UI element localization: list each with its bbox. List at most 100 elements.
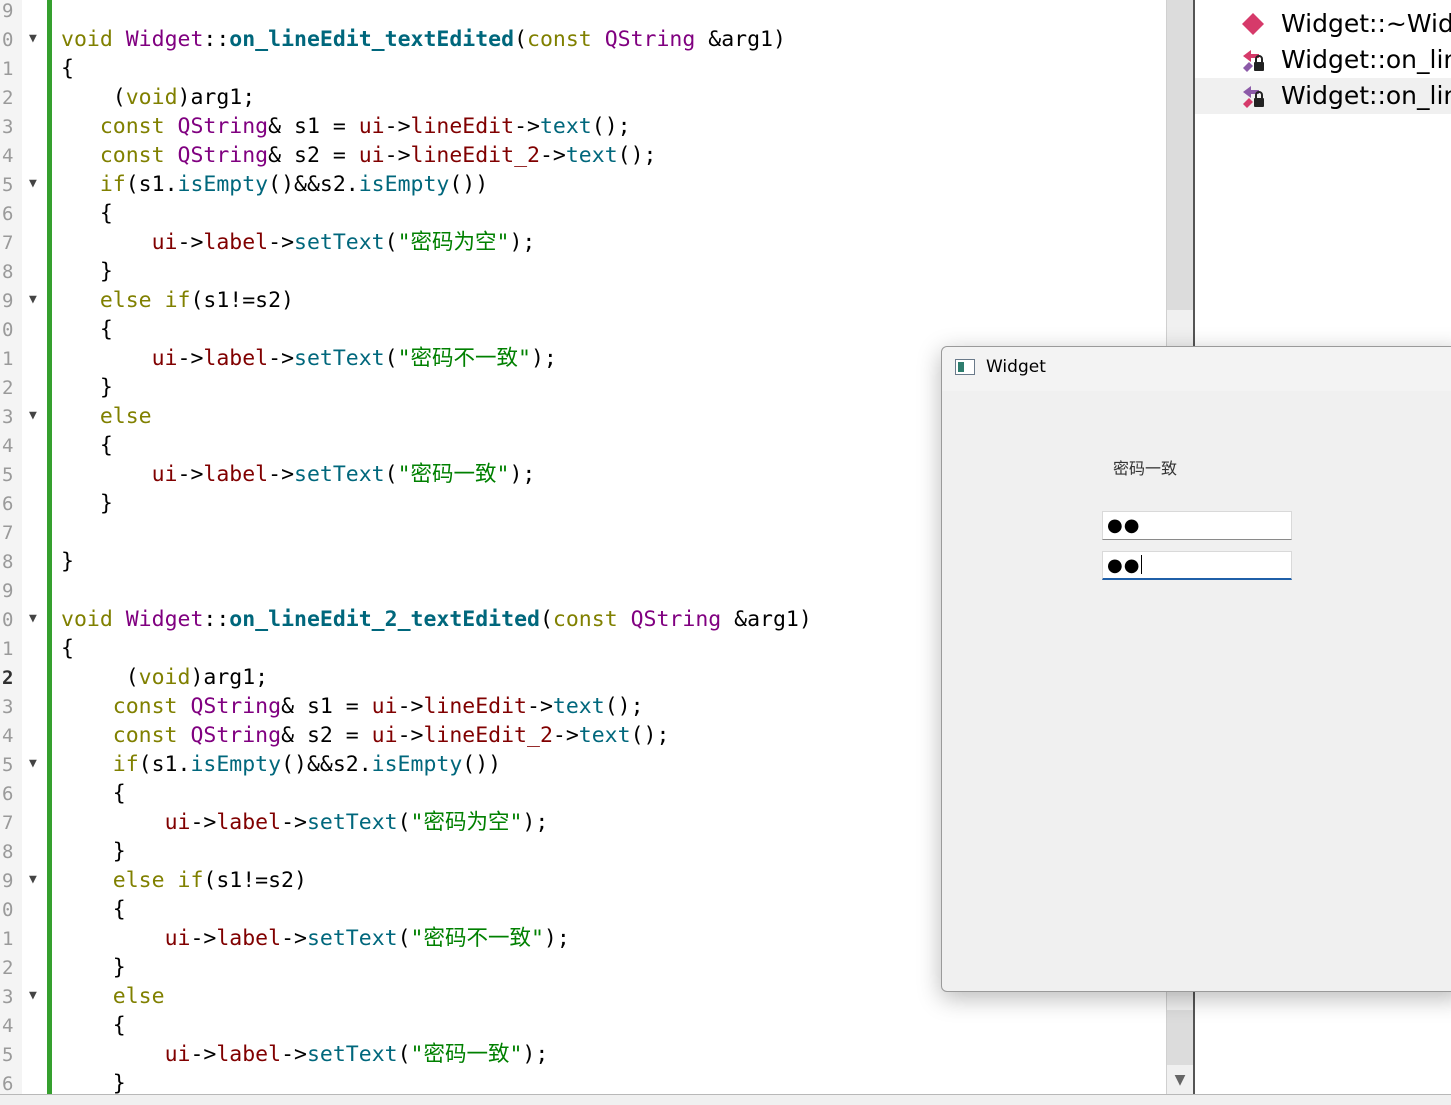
code-line[interactable]: ui->label->setText("密码一致"); — [61, 461, 536, 489]
code-token: setText — [294, 346, 385, 371]
code-token: :: — [203, 607, 230, 632]
line-number: 9 — [2, 0, 14, 22]
code-token: &arg1) — [721, 607, 812, 632]
code-line[interactable]: else — [61, 403, 152, 431]
code-line[interactable]: } — [61, 490, 113, 518]
fold-arrow-icon[interactable]: ▼ — [29, 32, 37, 46]
code-line[interactable]: } — [61, 548, 74, 576]
fold-arrow-icon[interactable]: ▼ — [29, 177, 37, 191]
code-line[interactable]: { — [61, 1012, 126, 1040]
code-token: } — [61, 375, 113, 400]
code-line[interactable]: { — [61, 635, 74, 663]
code-line[interactable]: if(s1.isEmpty()&&s2.isEmpty()) — [61, 751, 501, 779]
line-number: 8 — [2, 551, 14, 573]
code-token: "密码为空" — [410, 810, 523, 835]
fold-arrow-icon[interactable]: ▼ — [29, 612, 37, 626]
code-token: { — [61, 201, 113, 226]
code-token: label — [203, 346, 269, 371]
code-token: (s1. — [138, 752, 191, 777]
code-line[interactable]: if(s1.isEmpty()&&s2.isEmpty()) — [61, 171, 488, 199]
code-token: setText — [306, 926, 398, 951]
outline-item-destructor[interactable]: Widget::~Widg — [1195, 6, 1451, 42]
code-token: } — [61, 491, 113, 516]
code-token: lineEdit — [423, 694, 528, 719]
outline-item-slot-2[interactable]: Widget::on_line — [1195, 78, 1451, 114]
code-line[interactable]: { — [61, 55, 74, 83]
code-token: QString — [604, 27, 696, 52]
change-indicator-bar — [47, 0, 52, 1094]
code-line[interactable]: ui->label->setText("密码一致"); — [61, 1041, 549, 1069]
code-token: else if — [112, 868, 204, 893]
scrollbar-thumb[interactable] — [1167, 0, 1193, 310]
code-token: { — [61, 56, 74, 81]
code-token: "密码为空" — [397, 230, 510, 255]
code-line[interactable]: ui->label->setText("密码不一致"); — [61, 925, 570, 953]
code-line[interactable]: } — [61, 374, 113, 402]
code-line[interactable]: else — [61, 983, 165, 1011]
code-token: on_lineEdit_2_textEdited — [229, 607, 540, 632]
line-number: 6 — [2, 783, 14, 805]
code-line[interactable]: void Widget::on_lineEdit_2_textEdited(co… — [61, 606, 812, 634]
code-token: & s1 = — [268, 114, 359, 139]
code-line[interactable]: const QString& s2 = ui->lineEdit_2->text… — [61, 722, 670, 750]
code-token: ); — [522, 810, 549, 835]
code-token: QString — [177, 114, 269, 139]
code-line[interactable]: (void)arg1; — [61, 84, 255, 112]
outline-item-slot-1[interactable]: Widget::on_line — [1195, 42, 1451, 78]
code-token: else — [99, 404, 152, 429]
code-line[interactable]: const QString& s1 = ui->lineEdit->text()… — [61, 693, 644, 721]
password-field-2[interactable]: ●● — [1102, 551, 1292, 580]
code-token: setText — [294, 230, 385, 255]
code-token: -> — [397, 694, 424, 719]
code-line[interactable]: { — [61, 780, 126, 808]
line-number: 3 — [2, 116, 14, 138]
password-field-1[interactable]: ●● — [1102, 511, 1292, 540]
code-token: -> — [268, 230, 295, 255]
code-line[interactable]: } — [61, 954, 126, 982]
private-slot-icon — [1243, 50, 1264, 72]
code-token: ()&&s2. — [281, 752, 372, 777]
scroll-down-arrow-icon[interactable]: ▼ — [1170, 1070, 1190, 1090]
line-number: 9 — [2, 870, 14, 892]
fold-arrow-icon[interactable]: ▼ — [29, 409, 37, 423]
code-line[interactable]: const QString& s2 = ui->lineEdit_2->text… — [61, 142, 657, 170]
code-line[interactable]: const QString& s1 = ui->lineEdit->text()… — [61, 113, 631, 141]
code-token: if — [112, 752, 139, 777]
code-line[interactable]: } — [61, 838, 126, 866]
code-line[interactable]: { — [61, 316, 113, 344]
line-number: 0 — [2, 899, 14, 921]
outline-item-label: Widget::on_line — [1281, 45, 1451, 74]
widget-window[interactable]: Widget 密码一致 ●● ●● — [941, 346, 1451, 992]
code-line[interactable]: { — [61, 896, 126, 924]
code-token: label — [216, 926, 282, 951]
code-line[interactable]: else if(s1!=s2) — [61, 867, 307, 895]
code-token: "密码不一致" — [397, 346, 531, 371]
fold-arrow-icon[interactable]: ▼ — [29, 757, 37, 771]
code-token: -> — [281, 926, 307, 951]
code-token: Widget — [125, 607, 204, 632]
code-line[interactable]: (void)arg1; — [61, 664, 268, 692]
fold-arrow-icon[interactable]: ▼ — [29, 873, 37, 887]
code-token: Widget — [125, 27, 204, 52]
window-titlebar[interactable]: Widget — [942, 347, 1451, 391]
code-line[interactable]: } — [61, 258, 113, 286]
code-line[interactable]: { — [61, 200, 113, 228]
line-number: 4 — [2, 725, 14, 747]
fold-arrow-icon[interactable]: ▼ — [29, 293, 37, 307]
code-line[interactable]: ui->label->setText("密码为空"); — [61, 229, 536, 257]
code-line[interactable]: ui->label->setText("密码为空"); — [61, 809, 549, 837]
fold-arrow-icon[interactable]: ▼ — [29, 989, 37, 1003]
code-token: label — [203, 230, 269, 255]
code-line[interactable]: else if(s1!=s2) — [61, 287, 294, 315]
line-number: 3 — [2, 406, 14, 428]
code-token: ui — [371, 694, 398, 719]
code-line[interactable]: void Widget::on_lineEdit_textEdited(cons… — [61, 26, 786, 54]
code-line[interactable]: ui->label->setText("密码不一致"); — [61, 345, 557, 373]
code-line[interactable]: { — [61, 432, 113, 460]
code-token: ( — [384, 346, 398, 371]
